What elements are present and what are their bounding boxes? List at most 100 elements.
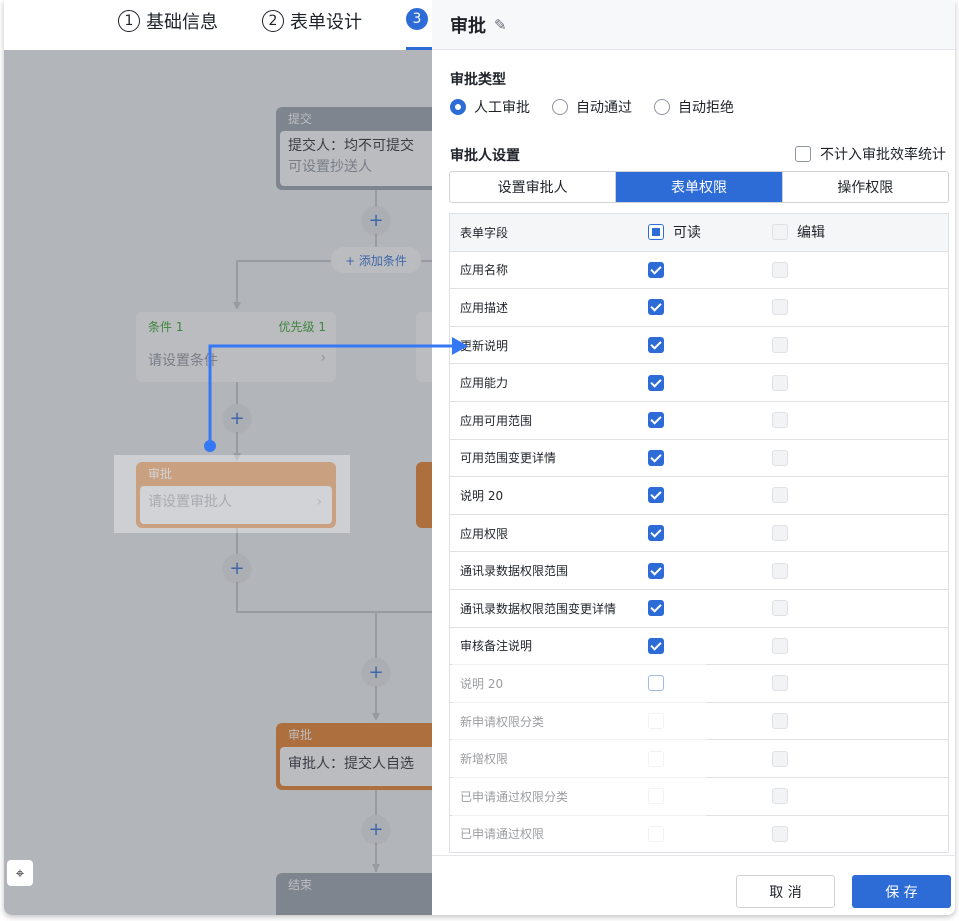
- step-process-design[interactable]: 3: [406, 8, 434, 30]
- edit-cell: [772, 600, 788, 617]
- cancel-button[interactable]: 取 消: [736, 875, 835, 908]
- select-all-edit-checkbox[interactable]: [772, 224, 788, 241]
- edit-checkbox[interactable]: [772, 675, 788, 692]
- edit-checkbox[interactable]: [772, 337, 788, 354]
- table-body: 应用名称 应用描述 更新说明 应用能力 应用可用范围 可用范围变更详情 说明 20 应用权限通…: [450, 252, 948, 852]
- focus-highlight: [114, 455, 350, 533]
- read-cell: [648, 374, 664, 391]
- radio-label: 人工审批: [474, 100, 530, 116]
- field-name: 通讯录数据权限范围: [460, 564, 569, 579]
- field-name: 应用名称: [460, 263, 509, 278]
- approval-type-label: 审批类型: [450, 72, 506, 88]
- read-cell: [648, 675, 664, 692]
- edit-checkbox[interactable]: [772, 788, 788, 805]
- tab-form-permissions[interactable]: 表单权限: [616, 172, 783, 202]
- read-checkbox[interactable]: [648, 562, 664, 579]
- edit-cell: [772, 449, 788, 466]
- table-row: 说明 20: [450, 665, 948, 703]
- edit-cell: [772, 562, 788, 579]
- approval-settings-drawer: 审批 ✎ 审批类型 人工审批 自动通过 自动拒绝 审批人设置 不计入审批效率统计: [432, 0, 955, 915]
- settings-tabs: 设置审批人 表单权限 操作权限: [449, 171, 949, 203]
- table-row: 新申请权限分类: [450, 702, 948, 741]
- approval-type-radio-group: 人工审批 自动通过 自动拒绝: [450, 97, 756, 117]
- pencil-icon[interactable]: ✎: [494, 16, 507, 34]
- field-name: 应用权限: [460, 526, 509, 541]
- field-name: 说明 20: [460, 676, 504, 691]
- read-cell: [648, 487, 664, 504]
- read-checkbox[interactable]: [648, 487, 664, 504]
- edit-cell: [772, 525, 788, 542]
- radio-label: 自动拒绝: [678, 100, 734, 116]
- read-cell: [648, 337, 664, 354]
- radio-auto-reject[interactable]: 自动拒绝: [654, 97, 734, 117]
- read-checkbox[interactable]: [648, 600, 664, 617]
- table-row: 应用描述: [450, 289, 948, 327]
- col-edit[interactable]: 编辑: [772, 222, 825, 242]
- edit-cell: [772, 487, 788, 504]
- edit-cell: [772, 713, 788, 730]
- edit-checkbox[interactable]: [772, 825, 788, 842]
- radio-icon: [654, 99, 670, 115]
- field-name: 说明 20: [460, 488, 504, 503]
- table-row: 新增权限: [450, 740, 948, 778]
- step-basic-info[interactable]: 1 基础信息: [118, 8, 218, 34]
- radio-auto-pass[interactable]: 自动通过: [552, 97, 632, 117]
- read-checkbox[interactable]: [648, 525, 664, 542]
- edit-checkbox[interactable]: [772, 562, 788, 579]
- read-checkbox[interactable]: [648, 412, 664, 429]
- read-checkbox[interactable]: [648, 713, 664, 730]
- tab-operation-permissions[interactable]: 操作权限: [783, 172, 948, 202]
- read-checkbox[interactable]: [648, 788, 664, 805]
- select-all-read-checkbox[interactable]: [648, 224, 664, 241]
- edit-cell: [772, 750, 788, 767]
- read-checkbox[interactable]: [648, 261, 664, 278]
- field-name: 通讯录数据权限范围变更详情: [460, 601, 617, 616]
- table-row: 审核备注说明: [450, 628, 948, 666]
- tab-set-approver[interactable]: 设置审批人: [450, 172, 617, 202]
- exclude-efficiency-checkbox[interactable]: 不计入审批效率统计: [795, 144, 946, 164]
- read-checkbox[interactable]: [648, 675, 664, 692]
- field-name: 新申请权限分类: [460, 714, 545, 729]
- edit-checkbox[interactable]: [772, 299, 788, 316]
- col-edit-label: 编辑: [797, 225, 825, 242]
- drawer-header: 审批 ✎: [432, 0, 955, 50]
- drawer-title: 审批: [450, 15, 486, 37]
- table-header: 表单字段 可读 编辑: [450, 214, 948, 252]
- edit-checkbox[interactable]: [772, 374, 788, 391]
- col-read-label: 可读: [673, 225, 701, 242]
- step-form-design[interactable]: 2 表单设计: [262, 8, 362, 34]
- field-name: 已申请通过权限: [460, 827, 545, 842]
- read-checkbox[interactable]: [648, 637, 664, 654]
- table-row: 应用权限: [450, 515, 948, 553]
- checkbox-icon: [795, 146, 811, 162]
- col-read[interactable]: 可读: [648, 222, 701, 242]
- table-row: 通讯录数据权限范围变更详情: [450, 590, 948, 628]
- field-name: 新增权限: [460, 752, 509, 767]
- edit-checkbox[interactable]: [772, 750, 788, 767]
- edit-checkbox[interactable]: [772, 487, 788, 504]
- edit-cell: [772, 261, 788, 278]
- edit-checkbox[interactable]: [772, 637, 788, 654]
- field-name: 应用可用范围: [460, 413, 533, 428]
- save-button[interactable]: 保 存: [852, 875, 951, 908]
- table-row: 应用名称: [450, 252, 948, 290]
- read-checkbox[interactable]: [648, 374, 664, 391]
- edit-checkbox[interactable]: [772, 525, 788, 542]
- read-checkbox[interactable]: [648, 825, 664, 842]
- read-checkbox[interactable]: [648, 337, 664, 354]
- edit-checkbox[interactable]: [772, 449, 788, 466]
- read-cell: [648, 449, 664, 466]
- radio-manual-approval[interactable]: 人工审批: [450, 97, 530, 117]
- edit-checkbox[interactable]: [772, 261, 788, 278]
- table-row: 应用可用范围: [450, 402, 948, 440]
- edit-checkbox[interactable]: [772, 713, 788, 730]
- read-checkbox[interactable]: [648, 299, 664, 316]
- read-cell: [648, 750, 664, 767]
- edit-checkbox[interactable]: [772, 412, 788, 429]
- read-checkbox[interactable]: [648, 750, 664, 767]
- fit-view-icon[interactable]: ⌖: [7, 860, 33, 886]
- read-cell: [648, 412, 664, 429]
- read-checkbox[interactable]: [648, 449, 664, 466]
- edit-checkbox[interactable]: [772, 600, 788, 617]
- table-row: 应用能力: [450, 364, 948, 402]
